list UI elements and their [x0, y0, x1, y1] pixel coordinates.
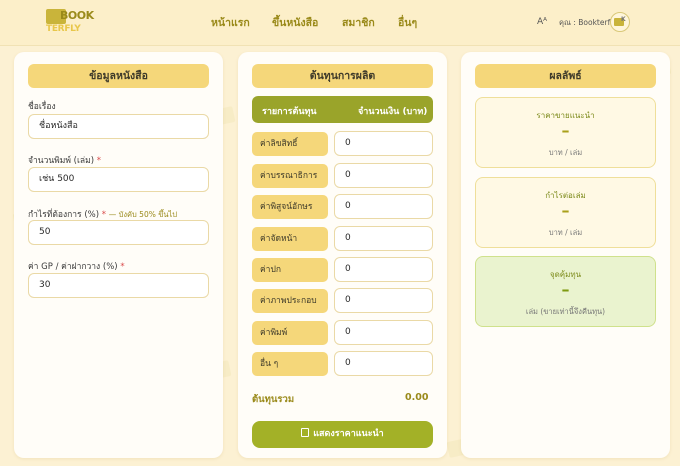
avatar-letter: K	[621, 16, 626, 23]
cost-row-input[interactable]: 0	[334, 257, 433, 282]
gp-label: ค่า GP / ค่าฝากวาง (%) *	[28, 259, 125, 273]
print-count-label: จำนวนพิมพ์ (เล่ม) *	[28, 153, 101, 167]
cost-row-label: ค่าภาพประกอบ	[252, 289, 328, 313]
col-amount-header: จำนวนเงิน (บาท)	[358, 107, 428, 117]
show-price-button[interactable]: แสดงราคาแนะนำ	[252, 421, 433, 448]
required-mark: *	[120, 262, 125, 272]
results-header: ผลลัพธ์	[475, 64, 656, 88]
cost-row-input[interactable]: 0	[334, 288, 433, 313]
cost-row-input[interactable]: 0	[334, 226, 433, 251]
avatar[interactable]: K	[610, 12, 630, 32]
col-item-header: รายการต้นทุน	[262, 107, 317, 117]
nav-members[interactable]: สมาชิก	[342, 14, 375, 31]
cost-row-label: ค่าจัดหน้า	[252, 227, 328, 251]
nav-publish[interactable]: ขึ้นหนังสือ	[272, 14, 318, 31]
total-cost-value: 0.00	[405, 392, 429, 403]
book-info-header: ข้อมูลหนังสือ	[28, 64, 209, 88]
nav-others[interactable]: อื่นๆ	[398, 14, 417, 31]
cost-table-header: รายการต้นทุน จำนวนเงิน (บาท)	[252, 96, 433, 123]
print-count-label-text: จำนวนพิมพ์ (เล่ม)	[28, 156, 95, 166]
required-mark: *	[101, 210, 106, 220]
cost-row-input[interactable]: 0	[334, 351, 433, 376]
font-size-icon[interactable]: Aᴬ	[537, 17, 547, 27]
break-even-card: จุดคุ้มทุน – เล่ม (ขายเท่านี้จึงคืนทุน)	[475, 256, 656, 327]
profit-input[interactable]: 50	[28, 220, 209, 245]
show-price-button-label: แสดงราคาแนะนำ	[313, 429, 384, 439]
total-cost-label: ต้นทุนรวม	[252, 394, 295, 405]
cost-row-label: ค่าพิสูจน์อักษร	[252, 195, 328, 219]
required-mark: *	[96, 156, 101, 166]
cost-row-label: ค่าพิมพ์	[252, 321, 328, 345]
cost-row-input[interactable]: 0	[334, 131, 433, 156]
result-value: –	[561, 280, 570, 299]
gp-input[interactable]: 30	[28, 273, 209, 298]
print-count-input[interactable]: เช่น 500	[28, 167, 209, 192]
nav-home[interactable]: หน้าแรก	[211, 14, 250, 31]
gp-label-text: ค่า GP / ค่าฝากวาง (%)	[28, 262, 118, 272]
suggested-price-card: ราคาขายแนะนำ – บาท / เล่ม	[475, 97, 656, 168]
logo-text-bottom: TERFLY	[46, 24, 81, 34]
cost-header: ต้นทุนการผลิต	[252, 64, 433, 88]
result-unit: บาท / เล่ม	[548, 148, 583, 157]
profit-label-text: กำไรที่ต้องการ (%)	[28, 210, 100, 220]
result-unit: บาท / เล่ม	[548, 228, 583, 237]
cost-row-input[interactable]: 0	[334, 163, 433, 188]
result-value: –	[561, 121, 570, 140]
profit-label: กำไรที่ต้องการ (%) * — บังคับ 50% ขึ้นไป	[28, 207, 177, 221]
cost-row-label: ค่าลิขสิทธิ์	[252, 132, 328, 156]
brand-logo[interactable]: BOOK TERFLY	[46, 9, 94, 37]
cost-row-input[interactable]: 0	[334, 194, 433, 219]
calculator-icon	[301, 428, 310, 437]
title-input[interactable]: ชื่อหนังสือ	[28, 114, 209, 139]
cost-row-input[interactable]: 0	[334, 320, 433, 345]
result-value: –	[561, 201, 570, 220]
logo-text-top: BOOK	[60, 9, 94, 22]
profit-hint: — บังคับ 50% ขึ้นไป	[108, 210, 178, 219]
user-name: คุณ : Bookterfly	[559, 18, 617, 27]
cost-row-label: ค่าปก	[252, 258, 328, 282]
title-label: ชื่อเรื่อง	[28, 102, 56, 112]
cost-row-label: อื่น ๆ	[252, 352, 328, 376]
top-bar: BOOK TERFLY หน้าแรก ขึ้นหนังสือ สมาชิก อ…	[0, 0, 680, 46]
profit-per-book-card: กำไรต่อเล่ม – บาท / เล่ม	[475, 177, 656, 248]
result-unit: เล่ม (ขายเท่านี้จึงคืนทุน)	[525, 307, 606, 316]
cost-row-label: ค่าบรรณาธิการ	[252, 164, 328, 188]
